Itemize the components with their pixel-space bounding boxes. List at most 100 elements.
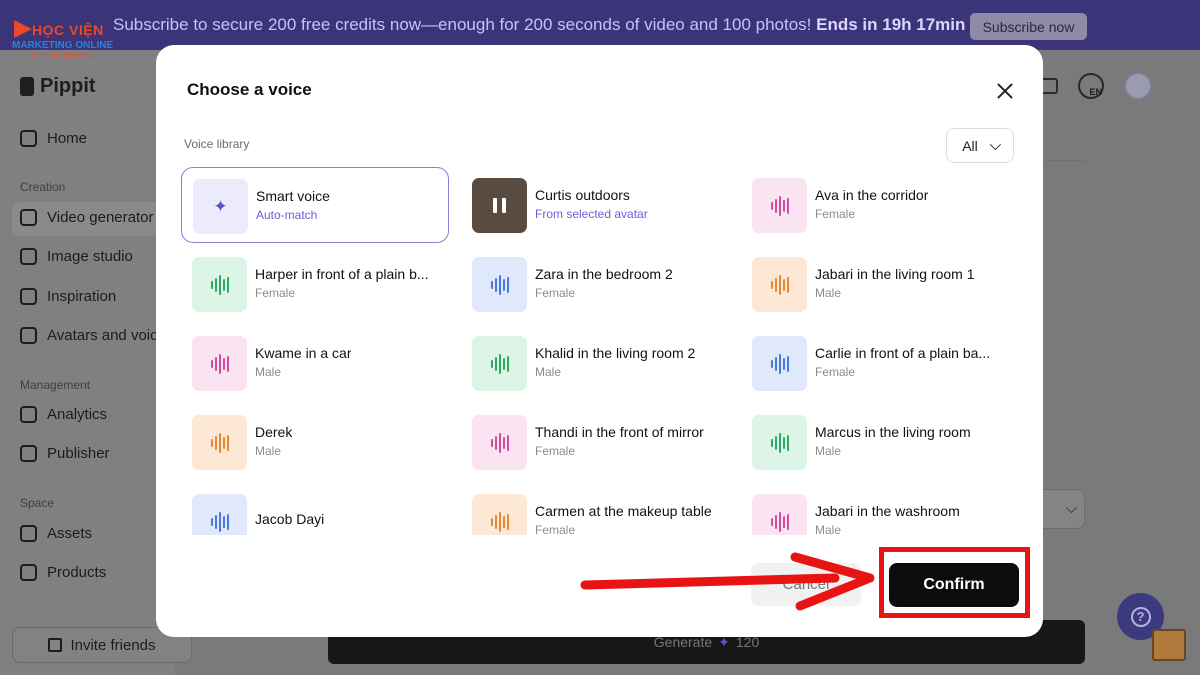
voice-name: Thandi in the front of mirror	[535, 424, 704, 440]
nav-label: Inspiration	[47, 288, 117, 305]
voice-grid: ✦ Smart voice Auto-match Curtis outdoors Fro…	[181, 167, 1021, 547]
voice-name: Harper in front of a plain b...	[255, 266, 429, 282]
nav-label: Products	[47, 564, 107, 581]
sidebar-item-avatars[interactable]: Avatars and voices	[20, 327, 173, 344]
globe-icon[interactable]: EN	[1078, 73, 1104, 99]
voice-card[interactable]: Ava in the corridor Female	[741, 167, 1009, 243]
voice-name: Derek	[255, 424, 293, 440]
sidebar-item-assets[interactable]: Assets	[20, 525, 92, 542]
voice-name: Carlie in front of a plain ba...	[815, 345, 991, 361]
avatar-icon	[20, 327, 37, 344]
question-icon: ?	[1130, 606, 1151, 627]
smart-voice-icon[interactable]: ✦	[193, 179, 248, 234]
nav-label: Avatars and voices	[47, 327, 174, 344]
section-management: Management	[20, 378, 91, 392]
red-arrow-annotation	[580, 552, 875, 611]
nav-label: Assets	[47, 525, 93, 542]
waveform-icon[interactable]	[752, 336, 807, 391]
voice-card[interactable]: Zara in the bedroom 2 Female	[461, 246, 729, 322]
voice-card[interactable]: Thandi in the front of mirror Female	[461, 404, 729, 480]
watermark-subtitle: MARKETING ONLINE	[12, 40, 114, 51]
sidebar-item-analytics[interactable]: Analytics	[20, 406, 107, 423]
close-icon[interactable]	[993, 79, 1017, 103]
user-avatar[interactable]	[1124, 72, 1152, 100]
waveform-icon[interactable]	[472, 415, 527, 470]
sidebar-item-products[interactable]: Products	[20, 564, 106, 581]
background-panel	[1045, 160, 1085, 540]
section-creation: Creation	[20, 180, 66, 194]
waveform-icon[interactable]	[472, 336, 527, 391]
dialog-title: Choose a voice	[187, 80, 312, 99]
gift-icon	[48, 638, 63, 652]
voice-card[interactable]: Carlie in front of a plain ba... Female	[741, 325, 1009, 401]
watermark-tagline: Tự tin làm Marketing	[30, 52, 95, 59]
sidebar-item-inspiration[interactable]: Inspiration	[20, 288, 116, 305]
waveform-icon[interactable]	[472, 257, 527, 312]
voice-card[interactable]: Harper in front of a plain b... Female	[181, 246, 449, 322]
cloud-icon	[20, 525, 37, 542]
voice-subtitle: Male	[535, 365, 562, 379]
sidebar-item-image-studio[interactable]: Image studio	[20, 248, 133, 265]
waveform-icon[interactable]	[752, 257, 807, 312]
pause-icon[interactable]	[472, 178, 527, 233]
sidebar-item-home[interactable]: Home	[20, 130, 87, 147]
box-icon	[20, 564, 37, 581]
chevron-down-icon	[1065, 501, 1078, 514]
filter-value: All	[962, 137, 978, 154]
voice-subtitle: From selected avatar	[535, 207, 648, 221]
voice-name: Khalid in the living room 2	[535, 345, 696, 361]
voice-subtitle: Female	[535, 286, 576, 300]
top-right-toolbar: EN	[1040, 72, 1152, 100]
voice-name: Marcus in the living room	[815, 424, 971, 440]
nav-label: Video generator	[47, 209, 154, 226]
sidebar-item-publisher[interactable]: Publisher	[20, 445, 110, 462]
voice-subtitle: Female	[255, 286, 296, 300]
section-space: Space	[20, 496, 55, 510]
waveform-icon[interactable]	[752, 415, 807, 470]
invite-label: Invite friends	[70, 636, 156, 654]
sparkle-icon: ✦	[213, 196, 228, 216]
voice-name: Kwame in a car	[255, 345, 352, 361]
voice-name: Curtis outdoors	[535, 187, 630, 203]
sidebar-item-video-generator[interactable]: Video generator	[20, 209, 153, 226]
promo-text: Subscribe to secure 200 free credits now…	[113, 15, 999, 34]
voice-filter-dropdown[interactable]: All	[946, 128, 1014, 163]
voice-card[interactable]: Jabari in the living room 1 Male	[741, 246, 1009, 322]
highlight-box	[879, 547, 1030, 618]
waveform-icon[interactable]	[192, 415, 247, 470]
voice-card[interactable]: Khalid in the living room 2 Male	[461, 325, 729, 401]
voice-name: Carmen at the makeup table	[535, 503, 712, 519]
voice-subtitle: Female	[815, 207, 856, 221]
voice-name: Zara in the bedroom 2	[535, 266, 673, 282]
inspiration-icon	[20, 288, 37, 305]
waveform-icon[interactable]	[752, 178, 807, 233]
pippit-logo-icon	[20, 77, 34, 96]
voice-subtitle: Female	[815, 365, 856, 379]
voice-card[interactable]: Marcus in the living room Male	[741, 404, 1009, 480]
voice-name: Jabari in the living room 1	[815, 266, 975, 282]
subscribe-button[interactable]: Subscribe now	[970, 13, 1087, 40]
nav-label: Image studio	[47, 248, 133, 265]
voice-card[interactable]: Curtis outdoors From selected avatar	[461, 167, 729, 243]
nav-label: Home	[47, 130, 88, 147]
language-label: EN	[1089, 87, 1102, 97]
video-icon	[20, 209, 37, 226]
voice-name: Jabari in the washroom	[815, 503, 960, 519]
voice-card[interactable]: Kwame in a car Male	[181, 325, 449, 401]
waveform-icon[interactable]	[192, 257, 247, 312]
voice-subtitle: Male	[255, 365, 282, 379]
corner-thumbnail	[1152, 629, 1186, 661]
watermark-title: HỌC VIỆN	[32, 22, 104, 38]
app-brand[interactable]: Pippit	[20, 75, 96, 98]
waveform-icon[interactable]	[192, 336, 247, 391]
voice-card[interactable]: ✦ Smart voice Auto-match	[181, 167, 449, 243]
calendar-icon	[20, 445, 37, 462]
voice-name: Smart voice	[256, 188, 330, 204]
brand-name: Pippit	[40, 75, 96, 97]
home-icon	[20, 130, 37, 147]
voice-subtitle: Male	[815, 444, 842, 458]
voice-subtitle: Male	[815, 286, 842, 300]
voice-card[interactable]: Derek Male	[181, 404, 449, 480]
nav-label: Analytics	[47, 406, 108, 423]
voice-subtitle: Male	[255, 444, 282, 458]
